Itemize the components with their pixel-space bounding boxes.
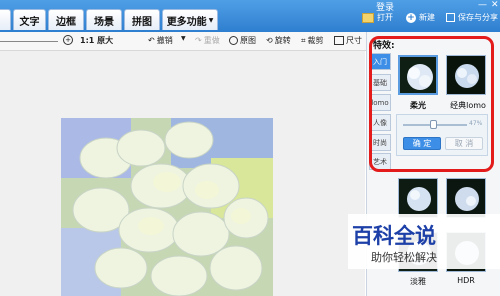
tab-border[interactable]: 边框 xyxy=(48,9,84,30)
tab-collage[interactable]: 拼图 xyxy=(124,9,160,30)
undo-icon: ↶ xyxy=(148,36,155,45)
menu-bar: 文字 边框 场景 拼图 更多功能 ▼ 登录 — ✕ 打开 + 新建 保存与分享 xyxy=(0,0,500,32)
resize-button[interactable]: 尺寸 xyxy=(334,35,362,46)
minimize-icon[interactable]: — xyxy=(478,0,487,10)
watermark-logo: 百科全说 xyxy=(352,224,436,248)
redo-button[interactable]: ↷ 重做 xyxy=(195,35,220,46)
rotate-icon: ⟲ xyxy=(266,36,273,45)
resize-icon xyxy=(334,36,344,45)
undo-button[interactable]: ↶ 撤销 xyxy=(148,35,173,46)
save-icon xyxy=(446,13,455,22)
tab-more-features[interactable]: 更多功能 ▼ xyxy=(162,9,218,30)
crop-button[interactable]: ⌗ 裁剪 xyxy=(301,35,324,46)
folder-icon xyxy=(362,12,374,23)
effect-thumb-preset[interactable] xyxy=(446,178,486,218)
zoom-slider-track[interactable] xyxy=(0,41,58,42)
undo-dropdown[interactable]: ▼ xyxy=(181,35,186,42)
close-icon[interactable]: ✕ xyxy=(491,0,499,10)
edit-toolbar: + 1:1 原大 ↶ 撤销 ▼ ↷ 重做 原图 ⟲ 旋转 ⌗ 裁剪 尺寸 xyxy=(0,32,370,51)
zoom-in-icon: + xyxy=(63,35,73,45)
chevron-down-icon: ▼ xyxy=(181,35,186,42)
redo-icon: ↷ xyxy=(195,36,202,45)
save-share-button[interactable]: 保存与分享 xyxy=(446,12,498,23)
original-icon xyxy=(229,36,238,45)
tab-scene[interactable]: 场景 xyxy=(86,9,122,30)
new-button[interactable]: + 新建 xyxy=(406,12,435,23)
actual-size-button[interactable]: 1:1 原大 xyxy=(80,35,113,46)
crop-icon: ⌗ xyxy=(301,35,306,45)
chevron-down-icon: ▼ xyxy=(208,16,214,24)
highlight-annotation xyxy=(369,36,494,172)
open-button[interactable]: 打开 xyxy=(362,12,393,23)
flower-icon xyxy=(455,187,479,211)
tab-text[interactable]: 文字 xyxy=(13,9,46,30)
zoom-in-button[interactable]: + xyxy=(63,35,73,45)
original-button[interactable]: 原图 xyxy=(229,35,256,46)
hydrangea-photo[interactable] xyxy=(61,118,273,296)
tab-partial[interactable] xyxy=(0,9,11,30)
watermark-subtitle: 助你轻松解决 xyxy=(371,251,437,264)
effect-label-hdr: HDR xyxy=(457,276,475,285)
plus-circle-icon: + xyxy=(406,12,416,23)
flower-icon xyxy=(407,187,431,211)
rotate-button[interactable]: ⟲ 旋转 xyxy=(266,35,291,46)
effect-thumb-preset[interactable] xyxy=(398,178,438,218)
